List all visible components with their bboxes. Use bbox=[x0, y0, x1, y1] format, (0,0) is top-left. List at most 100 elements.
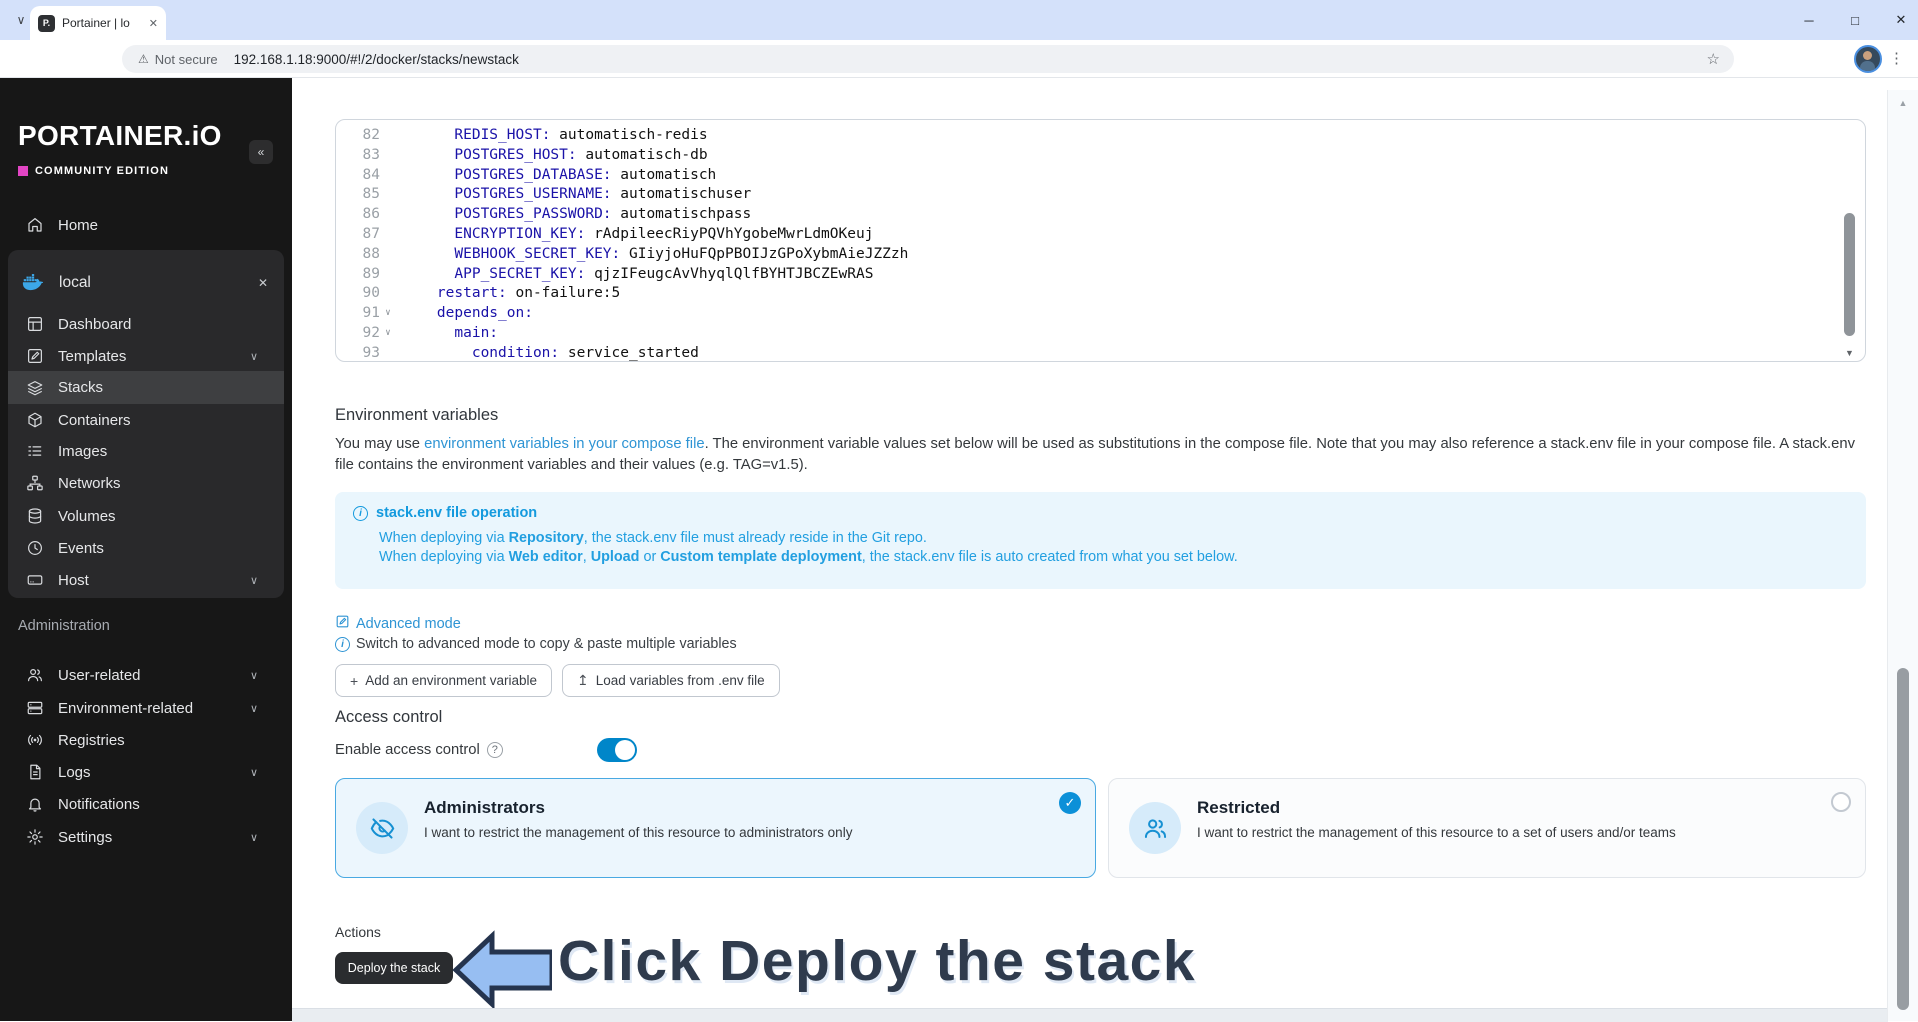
yaml-value: qjzIFeugcAvVhyqlQlfBYHTJBCZEwRAS bbox=[585, 265, 874, 282]
tab-close-icon[interactable]: ✕ bbox=[149, 17, 158, 30]
restricted-card[interactable]: Restricted I want to restrict the manage… bbox=[1108, 778, 1866, 878]
sidebar-item-networks[interactable]: Networks bbox=[0, 468, 292, 498]
address-bar[interactable]: ⚠ Not secure 192.168.1.18:9000/#!/2/dock… bbox=[122, 45, 1734, 73]
line-number: 84 bbox=[362, 166, 380, 183]
sidebar-item-label: Dashboard bbox=[58, 315, 132, 333]
sidebar-item-settings[interactable]: Settings ∨ bbox=[0, 822, 292, 852]
editor-scrollbar-thumb[interactable] bbox=[1844, 213, 1855, 336]
fold-arrow-icon[interactable] bbox=[380, 245, 396, 265]
fold-arrow-icon[interactable] bbox=[380, 185, 396, 205]
button-label: Load variables from .env file bbox=[595, 673, 765, 688]
endpoint-close-icon[interactable]: ✕ bbox=[258, 276, 268, 290]
window-close-icon[interactable]: ✕ bbox=[1894, 12, 1908, 28]
load-variables-button[interactable]: ↥ Load variables from .env file bbox=[562, 664, 780, 697]
sidebar-item-volumes[interactable]: Volumes bbox=[0, 501, 292, 531]
chevron-down-icon[interactable]: ∨ bbox=[250, 831, 258, 844]
chevron-down-icon[interactable]: ∨ bbox=[250, 350, 258, 363]
info-box-title: stack.env file operation bbox=[376, 505, 538, 521]
yaml-key: APP_SECRET_KEY: bbox=[454, 265, 586, 282]
sidebar-item-label: Templates bbox=[58, 347, 127, 365]
window-minimize-icon[interactable]: ─ bbox=[1802, 13, 1816, 28]
browser-menu-icon[interactable]: ⋮ bbox=[1889, 49, 1904, 67]
bell-icon bbox=[26, 795, 44, 813]
fold-arrow-icon[interactable]: ∨ bbox=[380, 304, 396, 324]
advanced-mode-hint: i Switch to advanced mode to copy & past… bbox=[335, 636, 737, 652]
sidebar-item-logs[interactable]: Logs ∨ bbox=[0, 757, 292, 787]
host-icon bbox=[26, 571, 44, 589]
page-scrollbar-thumb[interactable] bbox=[1897, 668, 1909, 1010]
deploy-the-stack-button[interactable]: Deploy the stack bbox=[335, 952, 453, 984]
sidebar-item-home[interactable]: Home bbox=[0, 210, 292, 240]
chevron-down-icon[interactable]: ∨ bbox=[250, 669, 258, 682]
sidebar-item-host[interactable]: Host ∨ bbox=[0, 565, 292, 595]
browser-titlebar: ∨ P. Portainer | lo ✕ ─ □ ✕ bbox=[0, 0, 1918, 40]
tab-search-chevron-icon[interactable]: ∨ bbox=[10, 9, 32, 31]
fold-arrow-icon[interactable] bbox=[380, 126, 396, 146]
not-secure-warning-icon[interactable]: ⚠ bbox=[138, 52, 149, 66]
access-control-toggle[interactable] bbox=[597, 738, 637, 762]
tab-title: Portainer | lo bbox=[62, 16, 130, 30]
sidebar-item-label: Registries bbox=[58, 731, 125, 749]
page-scrollbar[interactable]: ▲ bbox=[1887, 90, 1918, 1021]
fold-arrow-icon[interactable] bbox=[380, 205, 396, 225]
help-question-icon[interactable]: ? bbox=[486, 742, 503, 758]
code-line: 82 REDIS_HOST: automatisch-redis bbox=[336, 126, 1865, 146]
url-text[interactable]: 192.168.1.18:9000/#!/2/docker/stacks/new… bbox=[234, 52, 519, 67]
sidebar-item-label: Logs bbox=[58, 763, 91, 781]
portainer-logo[interactable]: PORTAINER.iO bbox=[18, 120, 222, 152]
administrators-card[interactable]: Administrators I want to restrict the ma… bbox=[335, 778, 1096, 878]
fold-arrow-icon[interactable] bbox=[380, 146, 396, 166]
code-lines: 82 REDIS_HOST: automatisch-redis 83 POST… bbox=[336, 120, 1865, 361]
sidebar-item-events[interactable]: Events bbox=[0, 533, 292, 563]
info-box-title-row: i stack.env file operation bbox=[353, 505, 1848, 521]
templates-icon bbox=[26, 347, 44, 365]
sidebar-item-containers[interactable]: Containers bbox=[0, 405, 292, 435]
yaml-value: automatisch-db bbox=[576, 146, 708, 163]
environment-variables-intro: You may use environment variables in you… bbox=[335, 434, 1866, 476]
sidebar-item-templates[interactable]: Templates ∨ bbox=[0, 341, 292, 371]
compose-editor[interactable]: 82 REDIS_HOST: automatisch-redis 83 POST… bbox=[335, 119, 1866, 362]
chevron-down-icon[interactable]: ∨ bbox=[250, 574, 258, 587]
fold-arrow-icon[interactable] bbox=[380, 265, 396, 285]
sidebar-item-label: Containers bbox=[58, 411, 131, 429]
line-number: 90 bbox=[362, 285, 380, 302]
sidebar-item-environment-related[interactable]: Environment-related ∨ bbox=[0, 693, 292, 723]
eye-off-icon bbox=[356, 802, 408, 854]
compose-env-vars-link[interactable]: environment variables in your compose fi… bbox=[424, 436, 704, 452]
advanced-mode-link[interactable]: Advanced mode bbox=[335, 614, 461, 633]
chevron-down-icon[interactable]: ∨ bbox=[250, 702, 258, 715]
chevron-down-icon[interactable]: ∨ bbox=[250, 766, 258, 779]
sidebar-item-stacks[interactable]: Stacks bbox=[8, 371, 284, 404]
yaml-key: REDIS_HOST: bbox=[454, 127, 551, 143]
sidebar-item-images[interactable]: Images bbox=[0, 436, 292, 466]
sidebar-endpoint-local[interactable]: local ✕ bbox=[8, 266, 284, 300]
fold-arrow-icon[interactable] bbox=[380, 225, 396, 245]
sidebar-item-label: Home bbox=[58, 216, 99, 234]
editor-scroll-down-icon[interactable]: ▼ bbox=[1844, 348, 1855, 358]
sidebar-item-registries[interactable]: Registries bbox=[0, 725, 292, 755]
hint-text: Switch to advanced mode to copy & paste … bbox=[356, 636, 737, 652]
fold-arrow-icon[interactable] bbox=[380, 166, 396, 186]
add-environment-variable-button[interactable]: + Add an environment variable bbox=[335, 664, 553, 697]
fold-arrow-icon[interactable]: ∨ bbox=[380, 324, 396, 344]
browser-tab[interactable]: P. Portainer | lo ✕ bbox=[30, 6, 166, 40]
yaml-key: ENCRYPTION_KEY: bbox=[454, 225, 586, 242]
sidebar-collapse-button[interactable]: « bbox=[249, 140, 273, 164]
selected-check-icon[interactable]: ✓ bbox=[1059, 792, 1081, 814]
sidebar-item-dashboard[interactable]: Dashboard bbox=[0, 309, 292, 339]
advanced-mode-label[interactable]: Advanced mode bbox=[356, 616, 461, 632]
unselected-radio[interactable] bbox=[1831, 792, 1851, 812]
fold-arrow-icon[interactable] bbox=[380, 284, 396, 304]
line-number: 88 bbox=[362, 245, 380, 262]
volumes-icon bbox=[26, 507, 44, 525]
edition-badge: COMMUNITY EDITION bbox=[18, 165, 169, 177]
window-restore-icon[interactable]: □ bbox=[1848, 13, 1862, 28]
profile-avatar[interactable] bbox=[1854, 45, 1882, 73]
sidebar-item-notifications[interactable]: Notifications bbox=[0, 789, 292, 819]
bookmark-star-icon[interactable]: ☆ bbox=[1707, 50, 1720, 68]
fold-arrow-icon[interactable] bbox=[380, 344, 396, 361]
sidebar-item-user-related[interactable]: User-related ∨ bbox=[0, 660, 292, 690]
scroll-up-icon[interactable]: ▲ bbox=[1888, 98, 1918, 108]
not-secure-label[interactable]: Not secure bbox=[155, 52, 218, 67]
code-line: 91 ∨ depends_on: bbox=[336, 304, 1865, 324]
